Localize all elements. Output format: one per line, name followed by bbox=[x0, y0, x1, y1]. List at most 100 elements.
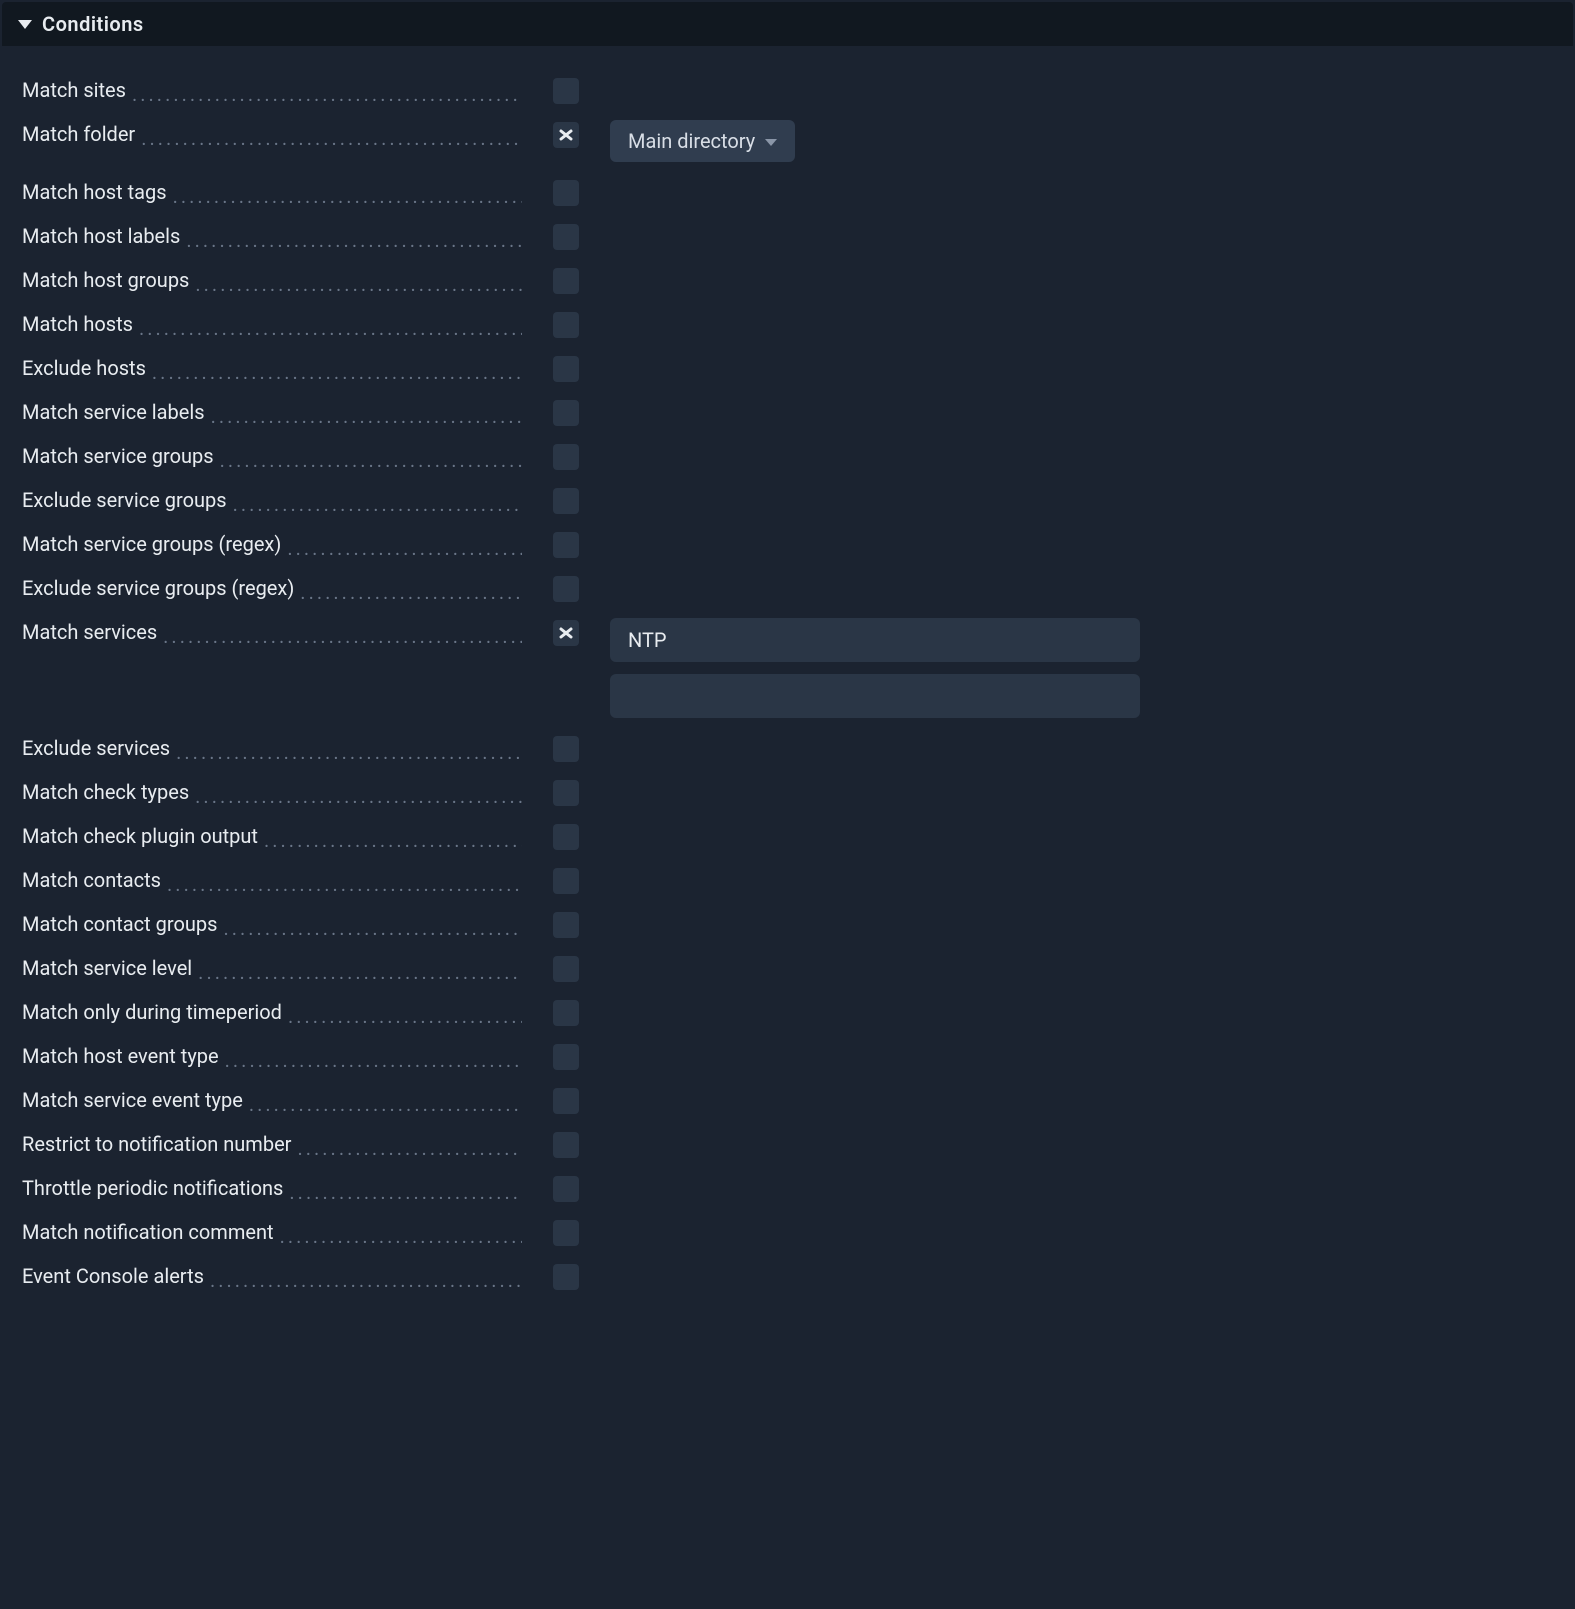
condition-label: Match service groups (regex) bbox=[22, 530, 522, 558]
dotted-leader bbox=[173, 186, 522, 206]
condition-label-text: Match sites bbox=[22, 78, 126, 102]
checkbox-match-service-groups[interactable] bbox=[553, 444, 579, 470]
section-header-conditions[interactable]: Conditions bbox=[2, 2, 1573, 46]
condition-row-match-notification-comment: Match notification comment bbox=[22, 1210, 1567, 1254]
condition-label-text: Exclude service groups bbox=[22, 488, 227, 512]
condition-row-match-check-types: Match check types bbox=[22, 770, 1567, 814]
checkbox-match-check-types[interactable] bbox=[553, 780, 579, 806]
service-match-input-1[interactable] bbox=[610, 674, 1140, 718]
condition-label-text: Match check plugin output bbox=[22, 824, 258, 848]
checkbox-column bbox=[542, 822, 590, 850]
condition-label: Match contacts bbox=[22, 866, 522, 894]
condition-row-match-host-groups: Match host groups bbox=[22, 258, 1567, 302]
checkbox-exclude-services[interactable] bbox=[553, 736, 579, 762]
checkbox-match-service-groups-regex[interactable] bbox=[553, 532, 579, 558]
condition-label-text: Exclude services bbox=[22, 736, 170, 760]
condition-label-text: Match host event type bbox=[22, 1044, 219, 1068]
checkbox-exclude-service-groups[interactable] bbox=[553, 488, 579, 514]
checkbox-match-host-labels[interactable] bbox=[553, 224, 579, 250]
dotted-leader bbox=[287, 538, 522, 558]
checkbox-column bbox=[542, 866, 590, 894]
condition-row-exclude-service-groups-regex: Exclude service groups (regex) bbox=[22, 566, 1567, 610]
checkbox-column bbox=[542, 1218, 590, 1246]
checkbox-match-service-level[interactable] bbox=[553, 956, 579, 982]
dotted-leader bbox=[220, 450, 522, 470]
condition-label-text: Restrict to notification number bbox=[22, 1132, 291, 1156]
dotted-leader bbox=[132, 84, 522, 104]
checkbox-match-host-tags[interactable] bbox=[553, 180, 579, 206]
condition-row-match-service-event-type: Match service event type bbox=[22, 1078, 1567, 1122]
service-match-input-0[interactable] bbox=[610, 618, 1140, 662]
checkbox-column bbox=[542, 530, 590, 558]
condition-row-match-host-labels: Match host labels bbox=[22, 214, 1567, 258]
condition-row-restrict-to-notification-number: Restrict to notification number bbox=[22, 1122, 1567, 1166]
condition-row-match-hosts: Match hosts bbox=[22, 302, 1567, 346]
dotted-leader bbox=[280, 1226, 522, 1246]
condition-row-exclude-services: Exclude services bbox=[22, 726, 1567, 770]
checkbox-column bbox=[542, 910, 590, 938]
condition-label: Match services bbox=[22, 618, 522, 646]
condition-label-text: Match only during timeperiod bbox=[22, 1000, 282, 1024]
condition-row-match-host-tags: Match host tags bbox=[22, 170, 1567, 214]
condition-label: Match sites bbox=[22, 76, 522, 104]
condition-label-text: Exclude hosts bbox=[22, 356, 146, 380]
checkbox-match-host-event-type[interactable] bbox=[553, 1044, 579, 1070]
checkbox-exclude-service-groups-regex[interactable] bbox=[553, 576, 579, 602]
condition-label-text: Match service event type bbox=[22, 1088, 243, 1112]
checkbox-match-host-groups[interactable] bbox=[553, 268, 579, 294]
checkbox-match-hosts[interactable] bbox=[553, 312, 579, 338]
checkbox-column bbox=[542, 734, 590, 762]
condition-label-text: Match services bbox=[22, 620, 157, 644]
checkbox-column bbox=[542, 442, 590, 470]
checkbox-match-services[interactable] bbox=[553, 620, 579, 646]
checkbox-event-console-alerts[interactable] bbox=[553, 1264, 579, 1290]
dotted-leader bbox=[163, 626, 522, 646]
condition-label: Throttle periodic notifications bbox=[22, 1174, 522, 1202]
condition-label: Match service groups bbox=[22, 442, 522, 470]
dotted-leader bbox=[225, 1050, 522, 1070]
chevron-down-icon bbox=[765, 139, 777, 146]
dotted-leader bbox=[289, 1182, 522, 1202]
folder-dropdown[interactable]: Main directory bbox=[610, 120, 795, 162]
checkbox-match-contact-groups[interactable] bbox=[553, 912, 579, 938]
condition-row-event-console-alerts: Event Console alerts bbox=[22, 1254, 1567, 1298]
condition-row-exclude-hosts: Exclude hosts bbox=[22, 346, 1567, 390]
checkbox-match-service-event-type[interactable] bbox=[553, 1088, 579, 1114]
checkbox-match-contacts[interactable] bbox=[553, 868, 579, 894]
condition-row-match-only-during-timeperiod: Match only during timeperiod bbox=[22, 990, 1567, 1034]
checkbox-exclude-hosts[interactable] bbox=[553, 356, 579, 382]
condition-row-exclude-service-groups: Exclude service groups bbox=[22, 478, 1567, 522]
checkbox-match-folder[interactable] bbox=[553, 122, 579, 148]
checkbox-match-only-during-timeperiod[interactable] bbox=[553, 1000, 579, 1026]
condition-label-text: Match host labels bbox=[22, 224, 180, 248]
condition-label: Match host labels bbox=[22, 222, 522, 250]
condition-row-match-service-level: Match service level bbox=[22, 946, 1567, 990]
checkbox-match-check-plugin-output[interactable] bbox=[553, 824, 579, 850]
condition-label: Exclude services bbox=[22, 734, 522, 762]
checkbox-column bbox=[542, 1174, 590, 1202]
condition-row-match-services: Match services bbox=[22, 610, 1567, 726]
condition-label-text: Match contact groups bbox=[22, 912, 217, 936]
collapse-caret-icon bbox=[18, 20, 32, 29]
value-column bbox=[610, 618, 1567, 718]
conditions-content: Match sitesMatch folderMain directoryMat… bbox=[0, 48, 1575, 1318]
dotted-leader bbox=[300, 582, 522, 602]
checkbox-column bbox=[542, 1042, 590, 1070]
checkbox-match-service-labels[interactable] bbox=[553, 400, 579, 426]
dropdown-value: Main directory bbox=[628, 129, 755, 153]
checkbox-throttle-periodic-notifications[interactable] bbox=[553, 1176, 579, 1202]
condition-label: Exclude service groups bbox=[22, 486, 522, 514]
checkbox-column bbox=[542, 1130, 590, 1158]
checkbox-match-notification-comment[interactable] bbox=[553, 1220, 579, 1246]
checkbox-column bbox=[542, 998, 590, 1026]
dotted-leader bbox=[249, 1094, 522, 1114]
condition-label-text: Exclude service groups (regex) bbox=[22, 576, 294, 600]
checkbox-column bbox=[542, 222, 590, 250]
checkbox-restrict-to-notification-number[interactable] bbox=[553, 1132, 579, 1158]
condition-label: Match check plugin output bbox=[22, 822, 522, 850]
checkbox-column bbox=[542, 1086, 590, 1114]
dotted-leader bbox=[176, 742, 522, 762]
condition-label-text: Match service groups bbox=[22, 444, 214, 468]
condition-row-match-service-groups: Match service groups bbox=[22, 434, 1567, 478]
checkbox-match-sites[interactable] bbox=[553, 78, 579, 104]
